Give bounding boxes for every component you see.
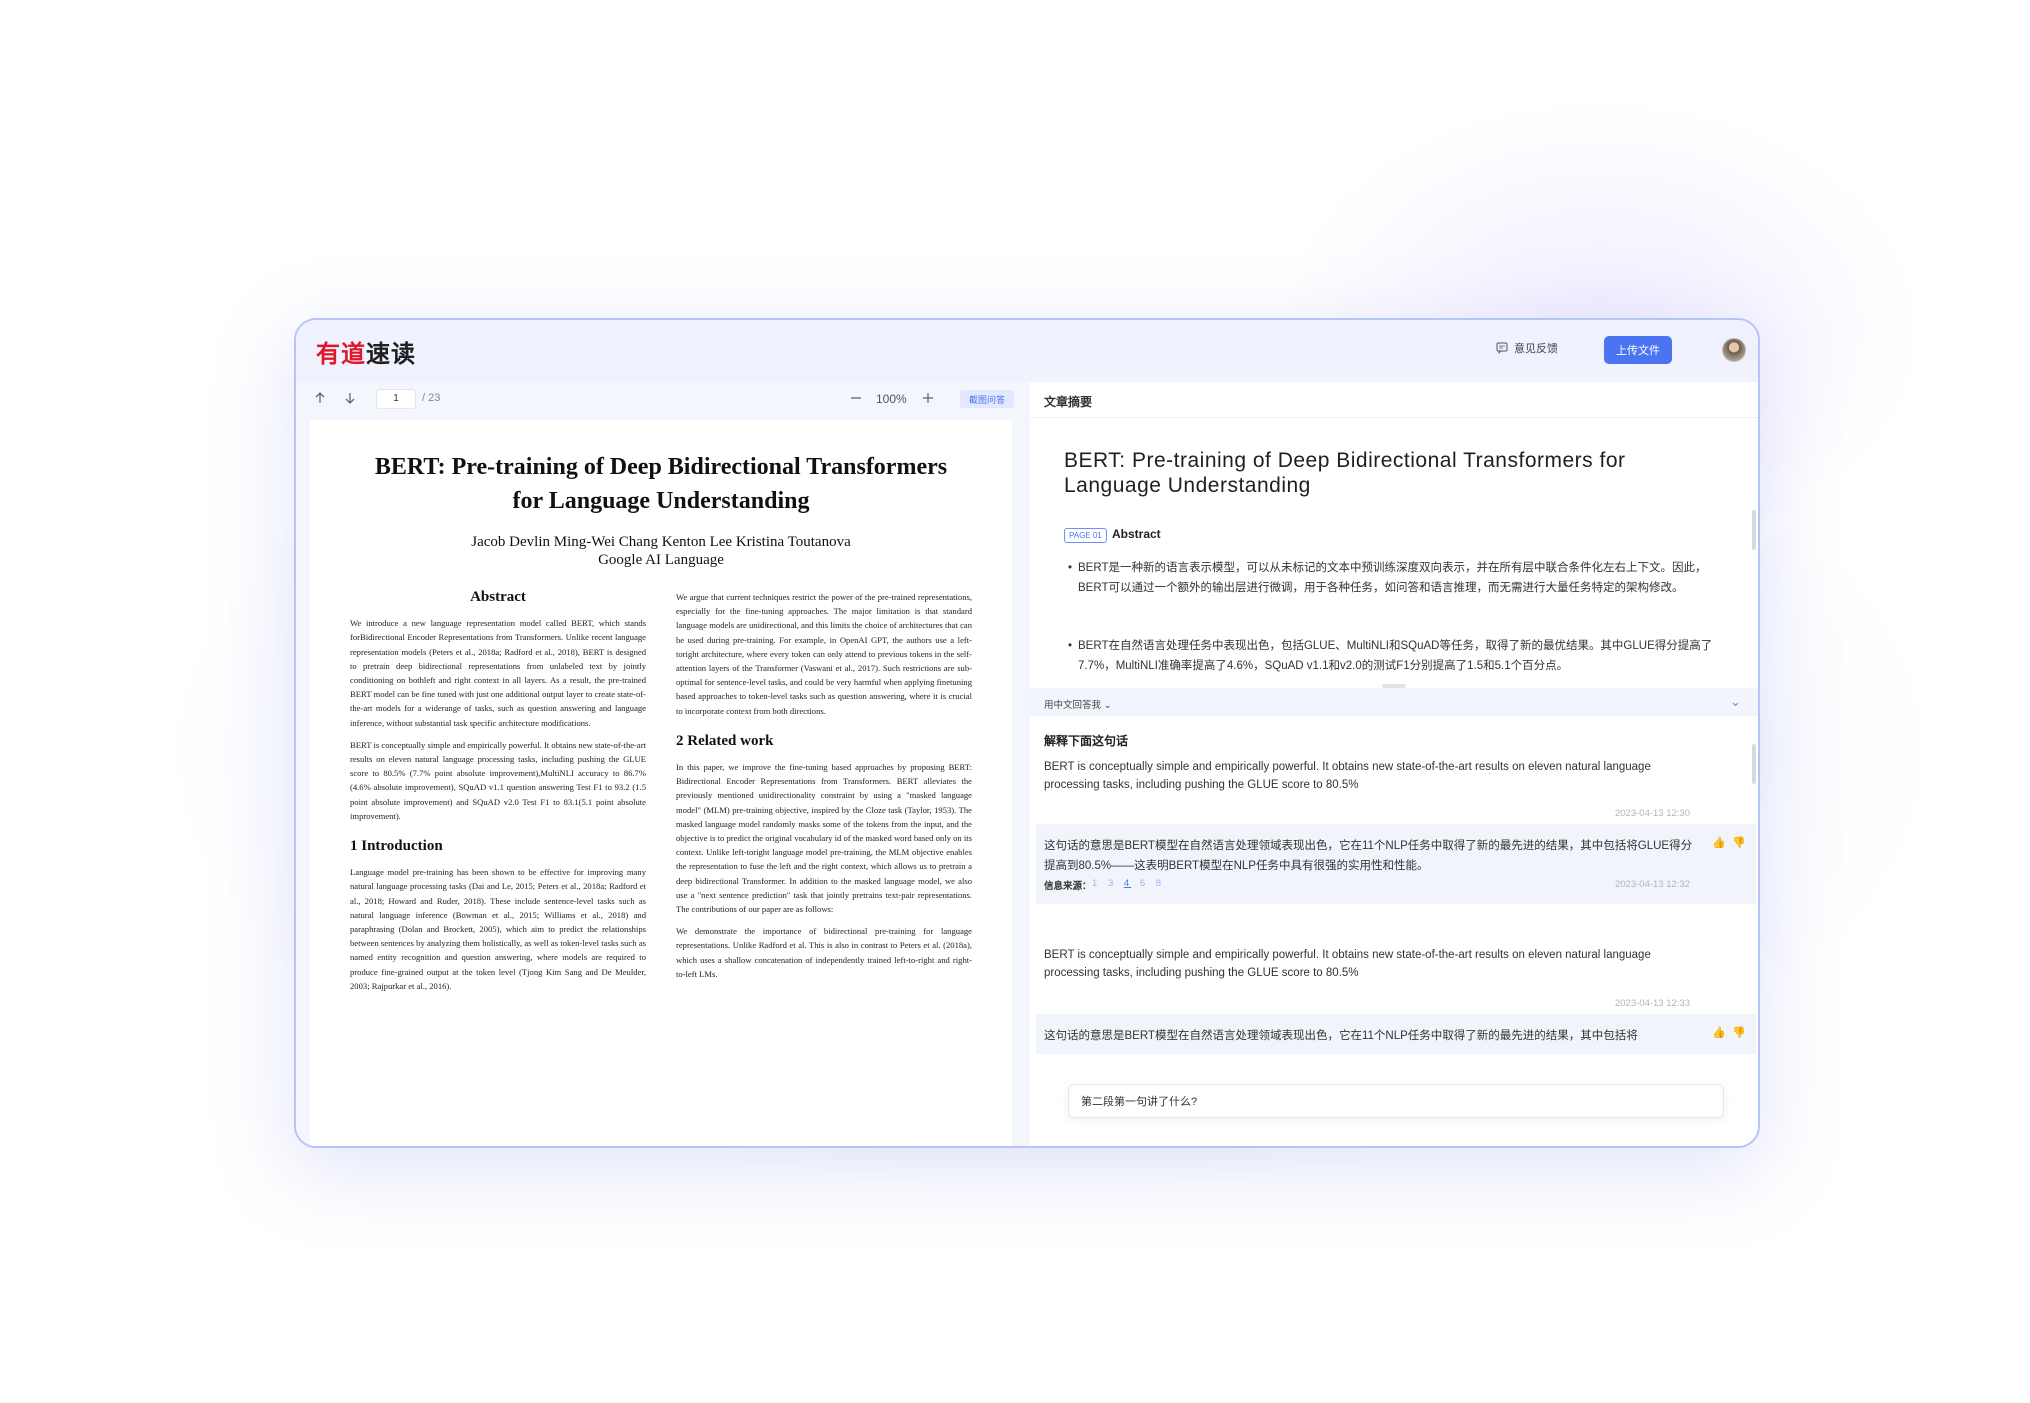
qa-scrollbar[interactable]: [1752, 744, 1756, 784]
qa-header: 用中文回答我 ⌄ ⌄: [1030, 688, 1758, 716]
thumb-up-icon[interactable]: 👍: [1712, 1026, 1726, 1039]
paper-column-right: We argue that current techniques restric…: [676, 590, 972, 989]
screenshot-qa-button[interactable]: 截图问答: [960, 390, 1014, 408]
page-total: / 23: [422, 392, 441, 404]
logo-part1: 有道: [316, 341, 366, 368]
page-number-input[interactable]: 1: [376, 389, 416, 409]
summary-scrollbar[interactable]: [1752, 510, 1756, 550]
arrow-up-icon[interactable]: [310, 388, 330, 408]
source-link[interactable]: 3: [1108, 878, 1115, 889]
pdf-page: BERT: Pre-training of Deep Bidirectional…: [310, 420, 1012, 1146]
logo-part2: 速读: [366, 341, 416, 368]
argue-paragraph: We argue that current techniques restric…: [676, 592, 972, 716]
summary-panel: 文章摘要 BERT: Pre-training of Deep Bidirect…: [1030, 382, 1758, 1146]
answer-block: 这句话的意思是BERT模型在自然语言处理领域表现出色，它在11个NLP任务中取得…: [1036, 1014, 1756, 1054]
summary-bullet: • BERT是一种新的语言表示模型，可以从未标记的文本中预训练深度双向表示，并在…: [1068, 558, 1728, 598]
related-work-paragraph: In this paper, we improve the fine-tunin…: [676, 762, 972, 915]
summary-header: 文章摘要: [1030, 382, 1758, 418]
answer-text: 这句话的意思是BERT模型在自然语言处理领域表现出色，它在11个NLP任务中取得…: [1044, 1030, 1638, 1042]
abstract-paragraph-2: BERT is conceptually simple and empirica…: [350, 739, 646, 821]
source-link[interactable]: 6: [1140, 878, 1147, 889]
abstract-heading: Abstract: [470, 589, 526, 605]
source-link[interactable]: 4: [1124, 878, 1131, 889]
author-names: Jacob Devlin Ming-Wei Chang Kenton Lee K…: [471, 534, 851, 550]
abstract-paragraph: We introduce a new language representati…: [350, 618, 646, 728]
summary-section-name: Abstract: [1112, 527, 1161, 541]
paper-title: BERT: Pre-training of Deep Bidirectional…: [310, 450, 1012, 518]
arrow-down-icon[interactable]: [340, 388, 360, 408]
paper-authors: Jacob Devlin Ming-Wei Chang Kenton Lee K…: [310, 533, 1012, 569]
thumb-down-icon[interactable]: 👎: [1732, 1026, 1746, 1039]
upload-button[interactable]: 上传文件: [1604, 336, 1672, 364]
summary-title: BERT: Pre-training of Deep Bidirectional…: [1064, 449, 1626, 497]
thumb-down-icon[interactable]: 👎: [1732, 836, 1746, 849]
zoom-out-icon[interactable]: [846, 388, 866, 408]
app-window: 有道速读 意见反馈 上传文件 1 / 23 100% 截图问答 BERT: Pr…: [294, 318, 1760, 1148]
page-tag[interactable]: PAGE 01: [1064, 528, 1107, 543]
bullet-dot: •: [1068, 562, 1073, 574]
qa-prompt-title: 解释下面这句话: [1044, 734, 1129, 748]
feedback-button[interactable]: 意见反馈: [1496, 340, 1558, 356]
introduction-paragraph: Language model pre-training has been sho…: [350, 867, 646, 991]
author-affiliation: Google AI Language: [598, 552, 724, 568]
related-work-heading: 2 Related work: [676, 732, 774, 749]
paper-title-line1: BERT: Pre-training of Deep Bidirectional…: [374, 454, 948, 480]
user-question: BERT is conceptually simple and empirica…: [1044, 761, 1651, 791]
pdf-viewer: 1 / 23 100% 截图问答 BERT: Pre-training of D…: [296, 382, 1026, 1146]
source-label: 信息来源：: [1044, 881, 1092, 892]
source-link[interactable]: 1: [1092, 878, 1099, 889]
summary-bullet: • BERT在自然语言处理任务中表现出色，包括GLUE、MultiNLI和SQu…: [1068, 636, 1728, 676]
feedback-icon: [1496, 342, 1508, 354]
summary-header-label: 文章摘要: [1044, 395, 1093, 409]
paper-title-line2: for Language Understanding: [512, 488, 810, 514]
summary-bullet-text: BERT在自然语言处理任务中表现出色，包括GLUE、MultiNLI和SQuAD…: [1078, 640, 1713, 672]
paper-column-left: Abstract We introduce a new language rep…: [350, 589, 646, 1001]
answer-text: 这句话的意思是BERT模型在自然语言处理领域表现出色，它在11个NLP任务中取得…: [1044, 840, 1693, 872]
app-logo[interactable]: 有道速读: [316, 334, 416, 369]
timestamp: 2023-04-13 12:30: [1614, 808, 1690, 819]
zoom-in-icon[interactable]: [918, 388, 938, 408]
avatar[interactable]: [1722, 338, 1746, 362]
introduction-heading: 1 Introduction: [350, 838, 443, 855]
zoom-level: 100%: [876, 392, 907, 406]
question-input[interactable]: [1068, 1084, 1724, 1118]
source-link[interactable]: 8: [1156, 878, 1163, 889]
summary-bullet-text: BERT是一种新的语言表示模型，可以从未标记的文本中预训练深度双向表示，并在所有…: [1078, 562, 1707, 594]
answer-block: 这句话的意思是BERT模型在自然语言处理领域表现出色，它在11个NLP任务中取得…: [1036, 824, 1756, 904]
pdf-toolbar: 1 / 23 100% 截图问答: [296, 382, 1026, 420]
timestamp: 2023-04-13 12:33: [1614, 998, 1690, 1009]
user-question: BERT is conceptually simple and empirica…: [1044, 949, 1651, 979]
answer-language-dropdown[interactable]: 用中文回答我 ⌄: [1044, 697, 1112, 711]
feedback-label: 意见反馈: [1514, 343, 1558, 355]
thumb-up-icon[interactable]: 👍: [1712, 836, 1726, 849]
source-links: 1 3 4 6 8: [1092, 878, 1167, 889]
timestamp: 2023-04-13 12:32: [1614, 879, 1690, 890]
top-bar: 有道速读 意见反馈 上传文件: [296, 320, 1758, 382]
bullet-dot: •: [1068, 640, 1073, 652]
related-work-paragraph-2: We demonstrate the importance of bidirec…: [676, 926, 972, 979]
chevron-down-icon[interactable]: ⌄: [1730, 694, 1741, 710]
